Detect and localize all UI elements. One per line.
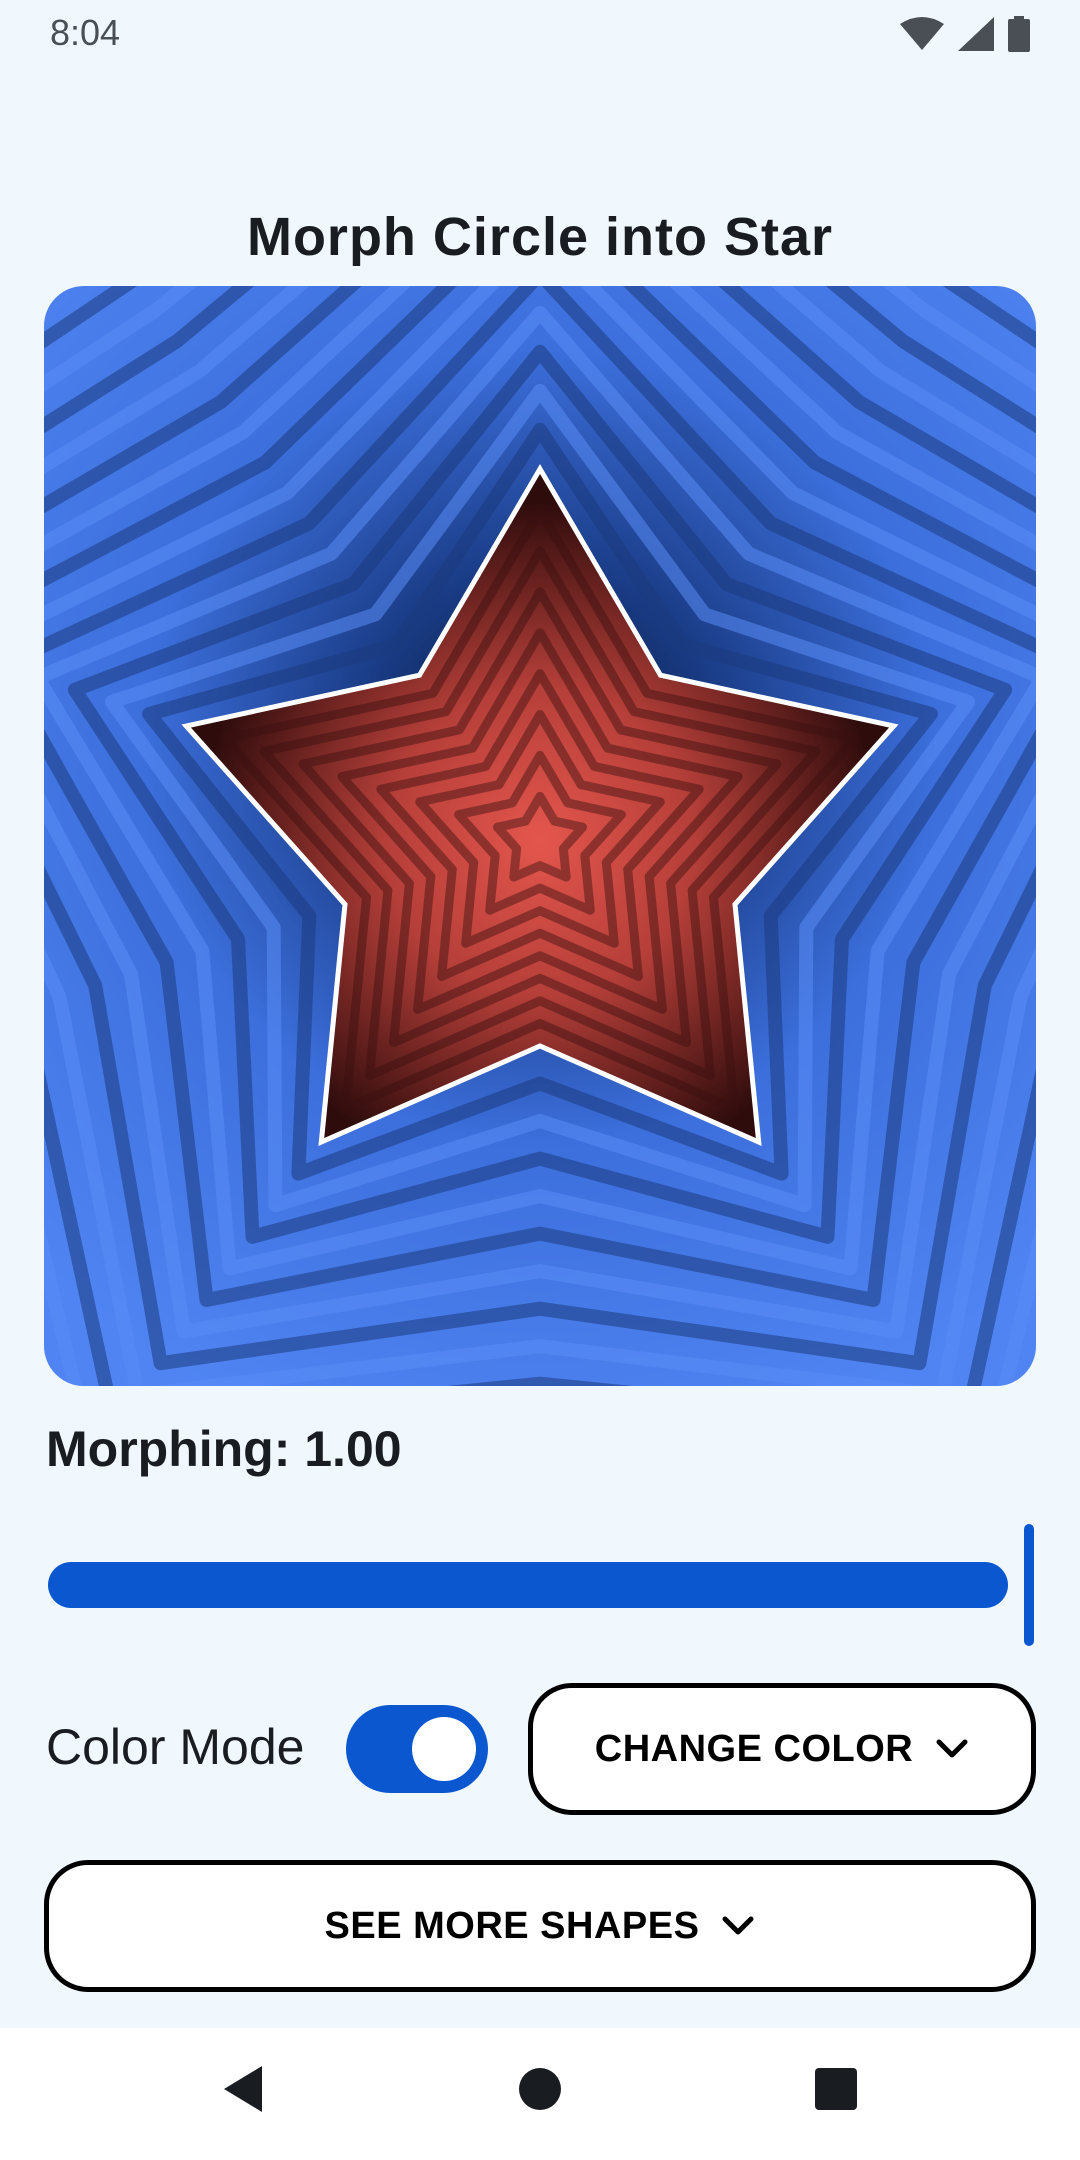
- morphing-value-label: Morphing: 1.00: [46, 1421, 402, 1477]
- status-time: 8:04: [50, 12, 121, 53]
- screen: 8:04 Morph Circle into Star Morphing: 1.…: [0, 0, 1080, 2160]
- status-bar: 8:04: [0, 0, 1080, 66]
- status-icons: [900, 16, 1030, 52]
- morphing-slider[interactable]: [46, 1520, 1036, 1650]
- wifi-icon: [900, 17, 944, 51]
- morph-shape-graphic: [44, 286, 1036, 1386]
- chevron-down-icon: [721, 1915, 755, 1937]
- recents-icon[interactable]: [814, 2064, 858, 2119]
- color-mode-label: Color Mode: [46, 1719, 305, 1775]
- cell-signal-icon: [958, 17, 994, 51]
- morph-canvas: [44, 286, 1036, 1386]
- back-icon[interactable]: [222, 2064, 266, 2119]
- change-color-button[interactable]: CHANGE COLOR: [528, 1683, 1036, 1815]
- battery-icon: [1008, 16, 1030, 52]
- color-mode-switch[interactable]: [346, 1705, 488, 1793]
- slider-thumb[interactable]: [1024, 1524, 1034, 1646]
- see-more-shapes-label: SEE MORE SHAPES: [324, 1904, 700, 1947]
- switch-knob[interactable]: [412, 1717, 476, 1781]
- page-title: Morph Circle into Star: [246, 207, 834, 267]
- slider-active-track[interactable]: [48, 1562, 1008, 1608]
- change-color-label: CHANGE COLOR: [594, 1727, 914, 1770]
- chevron-down-icon: [935, 1738, 969, 1760]
- navigation-bar: [0, 2028, 1080, 2160]
- home-icon[interactable]: [518, 2064, 562, 2119]
- see-more-shapes-button[interactable]: SEE MORE SHAPES: [44, 1860, 1036, 1992]
